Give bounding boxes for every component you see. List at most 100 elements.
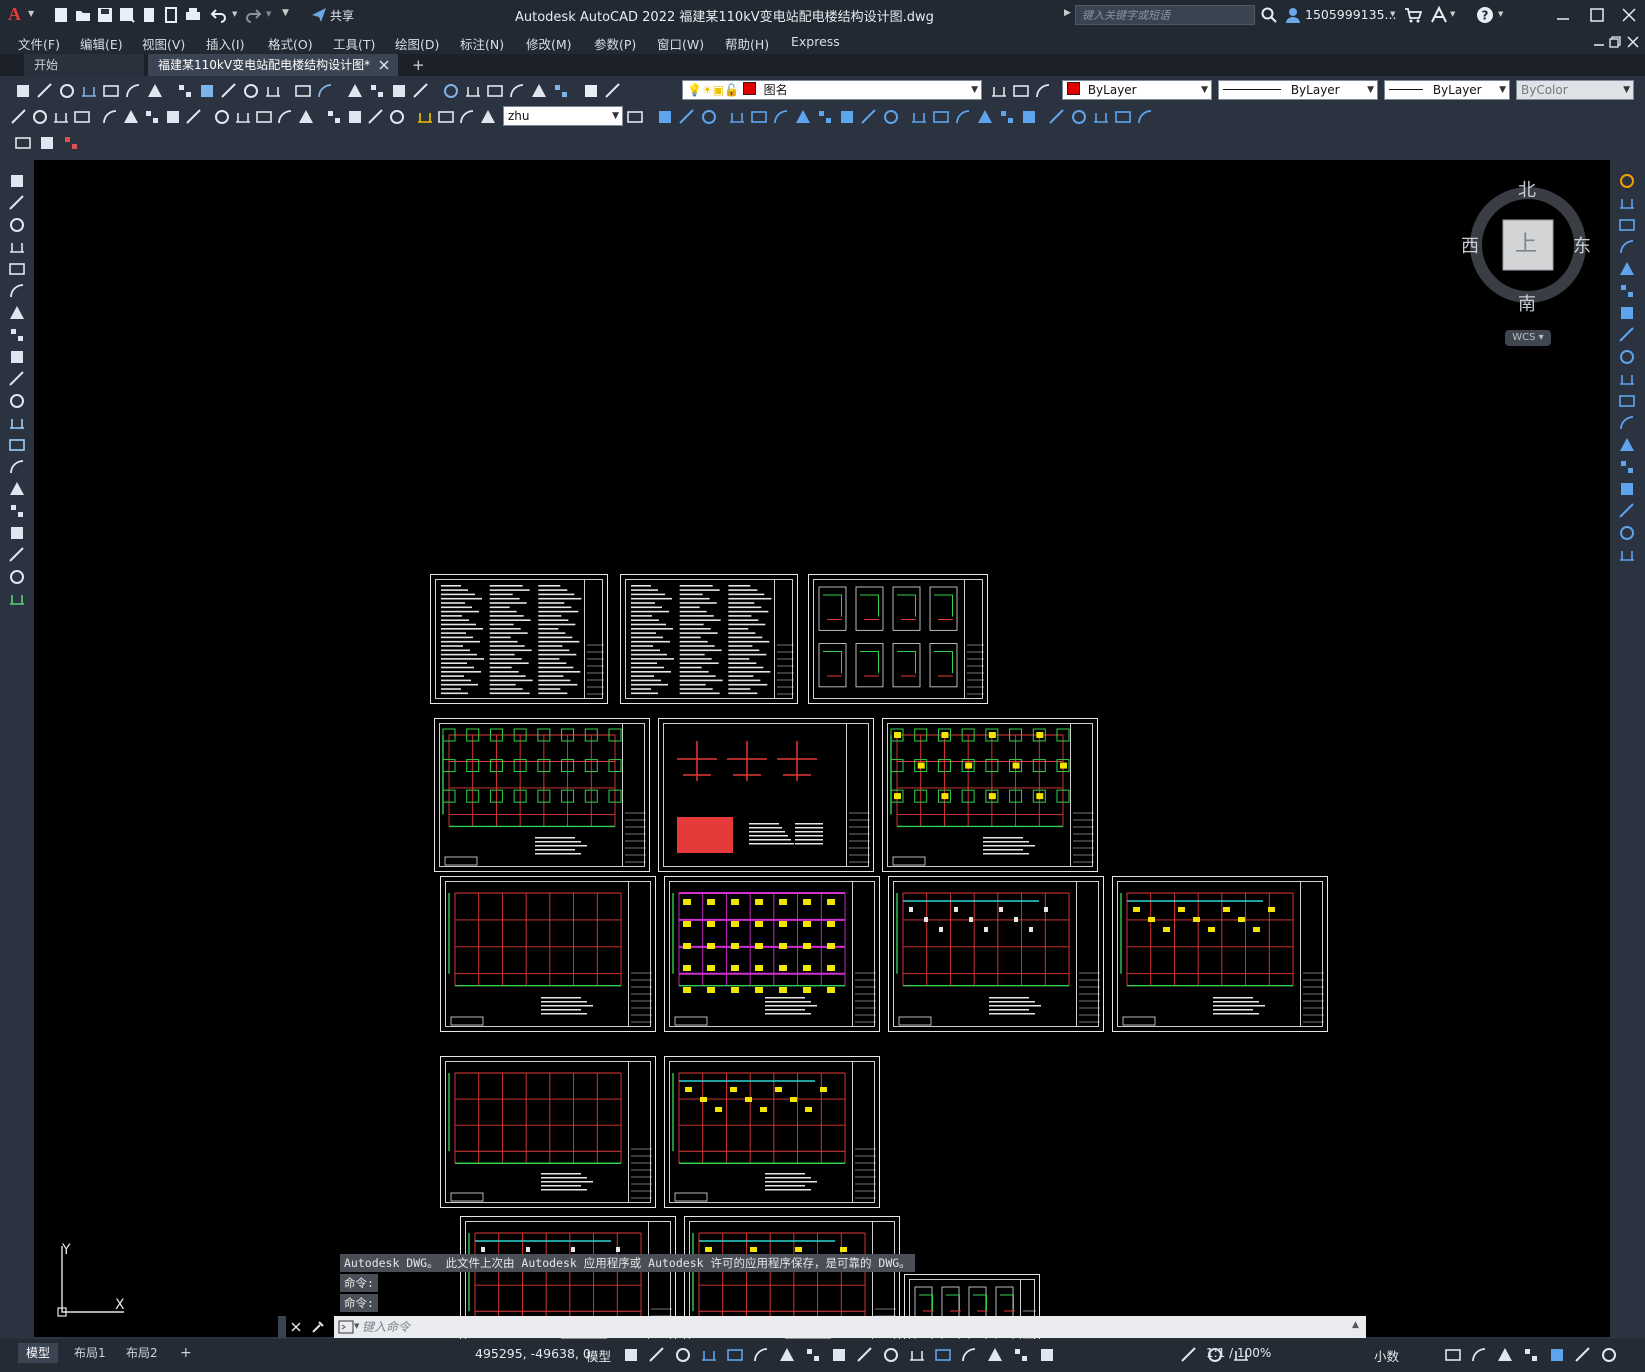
drawing-sheet[interactable] (664, 876, 880, 1032)
plot-icon[interactable] (184, 6, 202, 24)
modify-tool-13-icon[interactable] (932, 108, 950, 126)
viewcube-face-top[interactable]: 上 (1515, 226, 1537, 258)
drawing-sheet[interactable] (664, 1056, 880, 1208)
modify-tool-19-icon[interactable] (1070, 108, 1088, 126)
redo-dropdown-icon[interactable]: ▼ (266, 10, 271, 18)
dim-tool-18-icon[interactable] (388, 108, 406, 126)
drawing-sheet[interactable] (808, 574, 988, 704)
hardware-accel-icon[interactable] (1548, 1346, 1566, 1364)
doc-close-icon[interactable] (1626, 35, 1640, 49)
dim-tool-8-icon[interactable] (164, 108, 182, 126)
arc-icon[interactable] (8, 282, 26, 300)
auto-scale-icon[interactable] (1038, 1346, 1056, 1364)
offset-icon[interactable] (1618, 238, 1636, 256)
autocad-logo-icon[interactable]: A (8, 4, 21, 25)
modify-tool-5-icon[interactable] (750, 108, 768, 126)
save-as-icon[interactable] (118, 6, 136, 24)
grid-icon[interactable] (622, 1346, 640, 1364)
rotate-icon[interactable] (1618, 304, 1636, 322)
dimstyle-manager-icon[interactable] (626, 108, 644, 126)
array-icon[interactable] (1618, 260, 1636, 278)
drawing-canvas[interactable] (34, 160, 1610, 1370)
user-name[interactable]: 1505999135... (1305, 7, 1396, 22)
xline-icon[interactable] (8, 194, 26, 212)
layout-tool-1-icon[interactable] (14, 134, 32, 152)
command-customize-icon[interactable] (310, 1319, 326, 1335)
menu-modify[interactable]: 修改(M) (526, 34, 572, 53)
3dosnap-icon[interactable] (908, 1346, 926, 1364)
dim-tool-11-icon[interactable] (234, 108, 252, 126)
infer-icon[interactable] (674, 1346, 692, 1364)
model-space-toggle[interactable]: 模型 (586, 1346, 611, 1365)
share-icon[interactable] (310, 6, 328, 24)
transparency-icon[interactable] (856, 1346, 874, 1364)
command-history-toggle-icon[interactable]: ▲ (1352, 1320, 1359, 1330)
region-icon[interactable] (8, 524, 26, 542)
cart-icon[interactable] (1404, 6, 1422, 24)
block-editor-icon[interactable] (264, 82, 282, 100)
modify-tool-18-icon[interactable] (1048, 108, 1066, 126)
layer-props-icon[interactable] (604, 82, 622, 100)
stretch-icon[interactable] (1618, 348, 1636, 366)
command-input[interactable]: 键入命令 (362, 1319, 1342, 1335)
modify-tool-11-icon[interactable] (882, 108, 900, 126)
color-combo[interactable]: ByLayer ▼ (1062, 80, 1212, 100)
extend-icon[interactable] (1618, 392, 1636, 410)
drawing-sheet[interactable] (882, 718, 1098, 872)
layout-tool-3-icon[interactable] (62, 134, 80, 152)
new-tab-button[interactable]: + (412, 56, 425, 74)
annotation-monitor-icon[interactable] (1232, 1346, 1250, 1364)
dim-tool-5-icon[interactable] (101, 108, 119, 126)
3dprint-icon[interactable] (146, 82, 164, 100)
coordinate-readout[interactable]: 495295, -49638, 0 (475, 1346, 591, 1361)
menu-draw[interactable]: 绘图(D) (395, 34, 439, 53)
copy-icon[interactable] (198, 82, 216, 100)
modify-tool-1-icon[interactable] (656, 108, 674, 126)
qnew-icon[interactable] (14, 82, 32, 100)
trim-icon[interactable] (1618, 370, 1636, 388)
workspace-icon[interactable] (1206, 1346, 1224, 1364)
menu-express[interactable]: Express (791, 34, 840, 49)
snap-icon[interactable] (648, 1346, 666, 1364)
minimize-icon[interactable] (1554, 6, 1572, 24)
drawing-sheet[interactable] (440, 1056, 656, 1208)
open-icon[interactable] (36, 82, 54, 100)
drawing-sheet[interactable] (440, 876, 656, 1032)
modify-tool-4-icon[interactable] (728, 108, 746, 126)
undo-icon[interactable] (210, 6, 228, 24)
dim-tool-10-icon[interactable] (213, 108, 231, 126)
layer-iso-icon[interactable] (1012, 82, 1030, 100)
paste-icon[interactable] (220, 82, 238, 100)
modify-tool-6-icon[interactable] (772, 108, 790, 126)
doc-restore-icon[interactable] (1608, 35, 1622, 49)
search-input[interactable]: 键入关键字或短语 (1075, 5, 1255, 25)
menu-help[interactable]: 帮助(H) (725, 34, 769, 53)
gradient-icon[interactable] (8, 502, 26, 520)
modify-tool-17-icon[interactable] (1020, 108, 1038, 126)
design-center-icon[interactable] (464, 82, 482, 100)
dim-tool-19-icon[interactable] (416, 108, 434, 126)
menu-tools[interactable]: 工具(T) (333, 34, 375, 53)
spline-icon[interactable] (8, 348, 26, 366)
dim-tool-13-icon[interactable] (276, 108, 294, 126)
new-file-icon[interactable] (52, 6, 70, 24)
dim-tool-16-icon[interactable] (346, 108, 364, 126)
gizmo-icon[interactable] (986, 1346, 1004, 1364)
close-icon[interactable] (1620, 6, 1638, 24)
drawing-sheet[interactable] (658, 718, 874, 872)
drawing-sheet[interactable] (888, 876, 1104, 1032)
fillet-icon[interactable] (1618, 502, 1636, 520)
modify-tool-16-icon[interactable] (998, 108, 1016, 126)
polar-icon[interactable] (726, 1346, 744, 1364)
plot-icon[interactable] (80, 82, 98, 100)
drawing-sheet[interactable] (620, 574, 798, 704)
make-block-icon[interactable] (8, 436, 26, 454)
modify-tool-15-icon[interactable] (976, 108, 994, 126)
help-icon[interactable]: ? (1476, 6, 1494, 24)
dim-tool-2-icon[interactable] (31, 108, 49, 126)
add-selected-icon[interactable] (8, 590, 26, 608)
dim-tool-3-icon[interactable] (52, 108, 70, 126)
circle-icon[interactable] (8, 304, 26, 322)
sheet-set-icon[interactable] (508, 82, 526, 100)
viewcube-north[interactable]: 北 (1518, 176, 1536, 202)
